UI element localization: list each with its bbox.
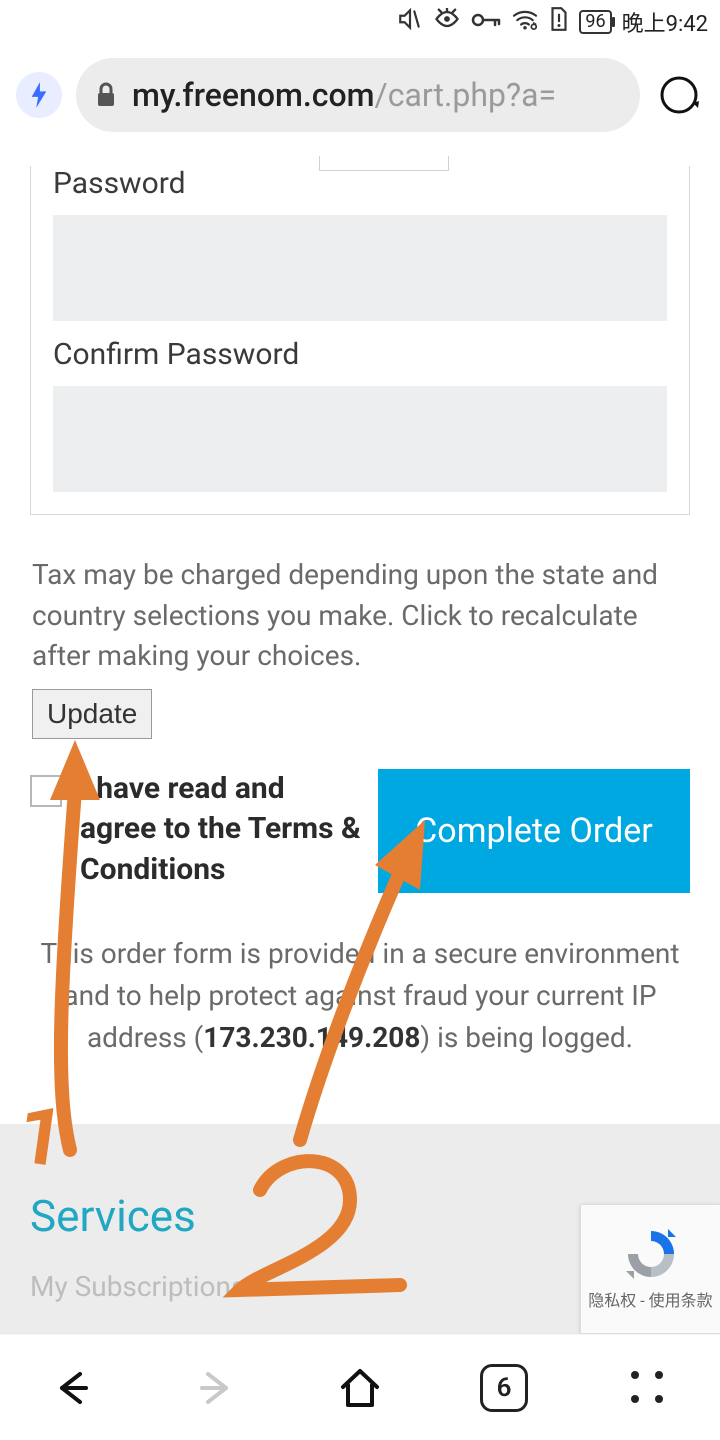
mute-icon bbox=[397, 6, 423, 38]
recaptcha-badge[interactable]: 隐私权 - 使用条款 bbox=[580, 1204, 720, 1334]
sim-alert-icon bbox=[549, 6, 569, 38]
menu-button[interactable] bbox=[618, 1358, 678, 1418]
status-bar: 96 晚上9:42 bbox=[0, 0, 720, 44]
tab-count: 6 bbox=[480, 1364, 528, 1412]
recaptcha-links[interactable]: 隐私权 - 使用条款 bbox=[588, 1287, 712, 1311]
secure-note: This order form is provided in a secure … bbox=[40, 933, 680, 1059]
url-domain: my.freenom.com bbox=[132, 76, 374, 114]
tabs-button[interactable]: 6 bbox=[474, 1358, 534, 1418]
browser-toolbar: my.freenom.com/cart.php?a= bbox=[0, 44, 720, 150]
footer: Services My Subscriptions 隐私权 - 使用条款 bbox=[0, 1124, 720, 1334]
webpage-viewport: Password Confirm Password Tax may be cha… bbox=[0, 150, 720, 1334]
update-button[interactable]: Update bbox=[32, 689, 152, 739]
terms-text[interactable]: I have read and agree to the Terms & Con… bbox=[80, 769, 362, 891]
amp-badge[interactable] bbox=[16, 72, 62, 118]
checkout-row: I have read and agree to the Terms & Con… bbox=[30, 769, 690, 893]
signup-form-card: Password Confirm Password bbox=[30, 166, 690, 515]
home-button[interactable] bbox=[330, 1358, 390, 1418]
ip-address: 173.230.149.208 bbox=[203, 1021, 420, 1054]
password-input[interactable] bbox=[53, 215, 667, 321]
clock: 晚上9:42 bbox=[622, 6, 708, 38]
vpn-key-icon bbox=[471, 10, 501, 35]
browser-bottom-nav: 6 bbox=[0, 1334, 720, 1440]
forward-button[interactable] bbox=[186, 1358, 246, 1418]
address-bar[interactable]: my.freenom.com/cart.php?a= bbox=[76, 58, 640, 132]
url-path: /cart.php?a= bbox=[374, 76, 556, 114]
recaptcha-icon bbox=[624, 1227, 678, 1281]
confirm-password-input[interactable] bbox=[53, 386, 667, 492]
wifi-icon bbox=[511, 8, 539, 36]
eye-icon bbox=[433, 8, 461, 36]
tax-note: Tax may be charged depending upon the st… bbox=[32, 555, 688, 677]
complete-order-button[interactable]: Complete Order bbox=[378, 769, 690, 893]
refresh-button[interactable] bbox=[654, 70, 704, 120]
menu-dots-icon bbox=[631, 1371, 665, 1405]
confirm-password-label: Confirm Password bbox=[53, 337, 667, 372]
secure-post: ) is being logged. bbox=[420, 1021, 633, 1054]
terms-checkbox[interactable] bbox=[30, 775, 62, 807]
battery-indicator: 96 bbox=[579, 10, 611, 34]
back-button[interactable] bbox=[42, 1358, 102, 1418]
lock-icon bbox=[94, 81, 118, 109]
password-label: Password bbox=[53, 166, 667, 201]
